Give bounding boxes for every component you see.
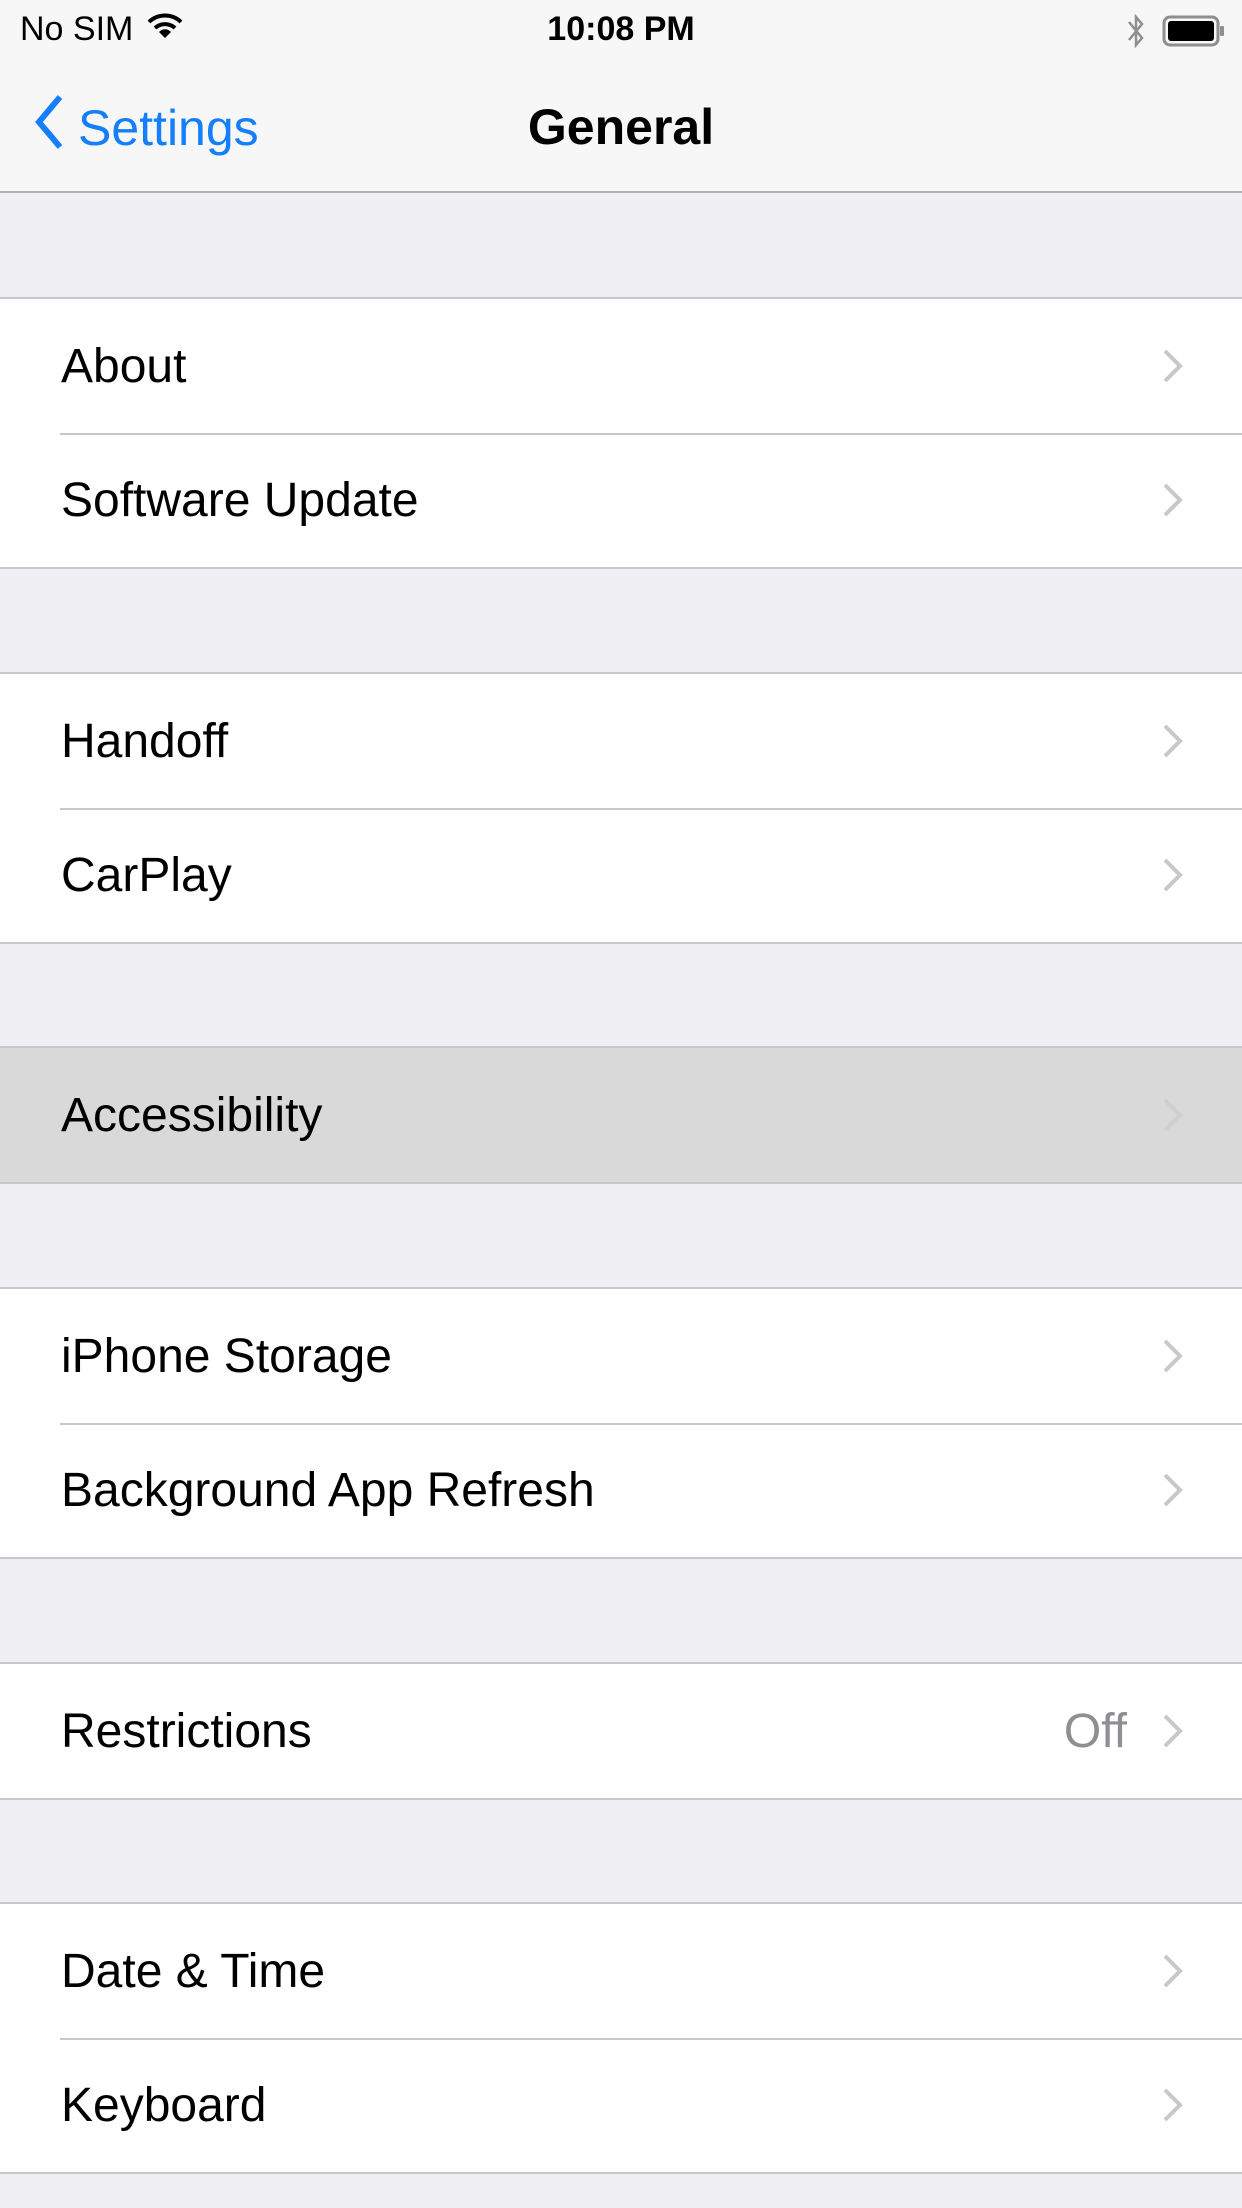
row-label: Date & Time bbox=[61, 1944, 326, 1998]
chevron-right-icon bbox=[1163, 349, 1183, 383]
status-right bbox=[1126, 12, 1226, 55]
settings-row-background-app-refresh[interactable]: Background App Refresh bbox=[0, 1423, 1242, 1557]
settings-group: Restrictions Off bbox=[0, 1662, 1242, 1800]
settings-row-date-time[interactable]: Date & Time bbox=[0, 1904, 1242, 2038]
navigation-bar: Settings General bbox=[0, 60, 1242, 193]
chevron-right-icon bbox=[1163, 1714, 1183, 1748]
chevron-right-icon bbox=[1163, 1098, 1183, 1132]
row-label: Handoff bbox=[61, 714, 229, 768]
chevron-right-icon bbox=[1163, 858, 1183, 892]
status-bar: No SIM 10:08 PM bbox=[0, 0, 1242, 60]
row-label: About bbox=[61, 339, 187, 393]
settings-row-keyboard[interactable]: Keyboard bbox=[0, 2038, 1242, 2172]
settings-row-carplay[interactable]: CarPlay bbox=[0, 808, 1242, 942]
row-value: Off bbox=[1063, 1704, 1127, 1758]
row-label: Keyboard bbox=[61, 2078, 267, 2132]
row-label: Accessibility bbox=[61, 1088, 323, 1142]
chevron-right-icon bbox=[1163, 483, 1183, 517]
settings-group: About Software Update bbox=[0, 297, 1242, 569]
settings-group: Date & Time Keyboard bbox=[0, 1902, 1242, 2174]
chevron-right-icon bbox=[1163, 2088, 1183, 2122]
settings-row-software-update[interactable]: Software Update bbox=[0, 433, 1242, 567]
row-label: CarPlay bbox=[61, 848, 232, 902]
status-time: 10:08 PM bbox=[547, 10, 695, 48]
page-title: General bbox=[527, 99, 715, 155]
settings-group: Handoff CarPlay bbox=[0, 672, 1242, 944]
row-label: Restrictions bbox=[61, 1704, 312, 1758]
chevron-right-icon bbox=[1163, 1339, 1183, 1373]
chevron-right-icon bbox=[1163, 1473, 1183, 1507]
chevron-right-icon bbox=[1163, 1954, 1183, 1988]
row-label: Software Update bbox=[61, 473, 419, 527]
row-label: iPhone Storage bbox=[61, 1329, 392, 1383]
battery-icon bbox=[1162, 14, 1226, 53]
row-label: Background App Refresh bbox=[61, 1463, 595, 1517]
settings-row-iphone-storage[interactable]: iPhone Storage bbox=[0, 1289, 1242, 1423]
bluetooth-icon bbox=[1126, 12, 1146, 55]
chevron-right-icon bbox=[1163, 724, 1183, 758]
settings-row-accessibility[interactable]: Accessibility bbox=[0, 1048, 1242, 1182]
settings-row-handoff[interactable]: Handoff bbox=[0, 674, 1242, 808]
settings-row-restrictions[interactable]: Restrictions Off bbox=[0, 1664, 1242, 1798]
settings-row-about[interactable]: About bbox=[0, 299, 1242, 433]
settings-group: Accessibility bbox=[0, 1046, 1242, 1184]
settings-group: iPhone Storage Background App Refresh bbox=[0, 1287, 1242, 1559]
